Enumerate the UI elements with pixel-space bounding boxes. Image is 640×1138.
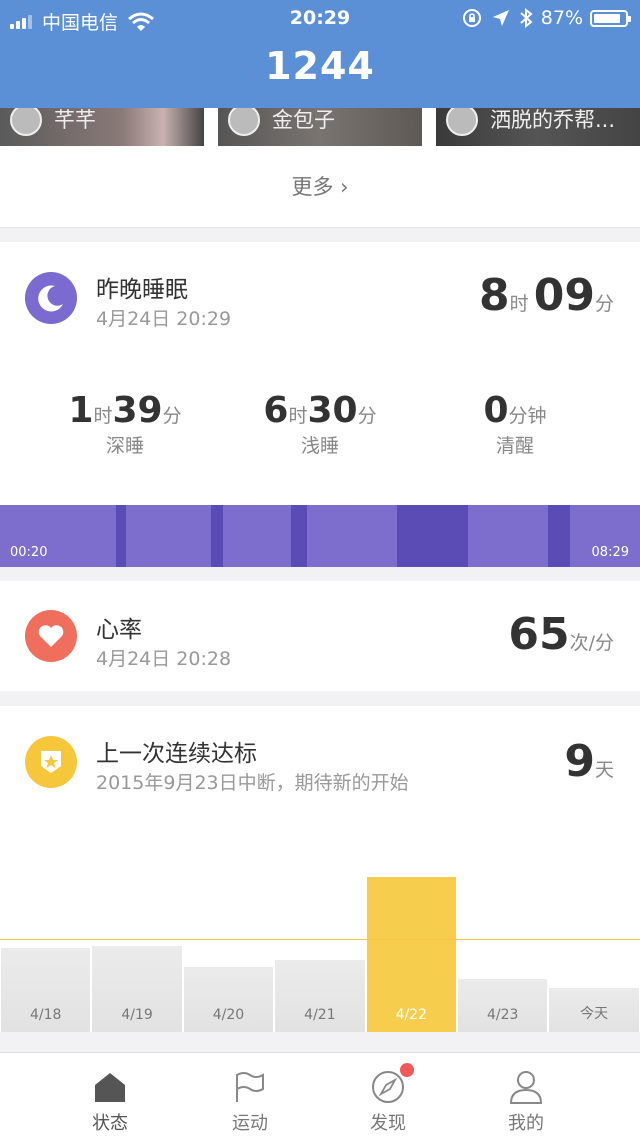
tab-mine[interactable]: 我的 [446,1053,606,1138]
tab-label: 运动 [232,1113,268,1134]
badge-icon [25,736,77,788]
sleep-title: 昨晚睡眠 [96,277,188,303]
friends-strip: 芊芊 金包子 洒脱的乔帮... [0,108,640,148]
avatar [228,108,260,136]
awake-stat: 0分钟 清醒 [425,390,605,458]
tab-label: 发现 [370,1113,406,1134]
stat-unit: 分 [162,405,182,427]
weekly-steps-chart[interactable]: 4/18 4/19 4/20 4/21 4/22 4/23 今天 [0,800,640,1032]
stat-unit: 分钟 [508,405,547,427]
stat-value: 1 [68,390,94,431]
stat-value: 6 [263,390,289,431]
streak-card[interactable]: 上一次连续达标 2015年9月23日中断，期待新的开始 9天 [0,706,640,800]
moon-icon: z [25,272,77,324]
chart-tick-label: 4/18 [29,1007,62,1023]
sleep-date: 4月24日 20:29 [96,308,232,330]
bluetooth-icon [520,8,533,28]
stat-value: 30 [307,390,358,431]
friend-card[interactable]: 芊芊 [0,108,204,146]
tab-bar: 状态 运动 发现 我的 [0,1052,640,1138]
sleep-minutes: 09 [533,270,595,321]
deep-sleep-segment [291,505,307,567]
friend-name: 芊芊 [54,108,96,132]
stat-value: 39 [112,390,163,431]
chart-tick-label: 4/19 [121,1007,153,1023]
avatar [446,108,478,136]
streak-subtitle: 2015年9月23日中断，期待新的开始 [96,772,409,794]
more-link[interactable]: 更多 › [0,148,640,228]
sleep-hours: 8 [479,270,510,321]
stat-label: 清醒 [495,435,534,457]
chart-bar[interactable] [458,978,548,1032]
svg-text:z: z [54,291,60,302]
streak-unit: 天 [594,759,614,781]
heart-unit: 次/分 [569,632,614,654]
streak-value: 9天 [564,736,614,787]
compass-icon [372,1071,404,1103]
chart-tick-label: 4/23 [486,1007,519,1023]
stat-label: 浅睡 [300,435,339,457]
status-bar: 中国电信 20:29 87% [0,0,640,38]
friend-name: 洒脱的乔帮... [490,108,616,132]
sleep-total: 8时 09分 [479,270,614,321]
home-icon [95,1073,125,1102]
chart-tick-label: 4/22 [395,1007,428,1023]
deep-sleep-segment [116,505,126,567]
deep-sleep-segment [397,505,468,567]
chart-tick-label: 4/20 [212,1007,245,1023]
sleep-timeline: 00:20 08:29 [0,505,640,567]
stat-unit: 分 [357,405,377,427]
goal-line [0,939,640,941]
tab-sport[interactable]: 运动 [170,1053,330,1138]
deep-sleep-segment [548,505,570,567]
app-header: 中国电信 20:29 87% 1244 [0,0,640,108]
deep-sleep-stat: 1时39分 深睡 [35,390,215,458]
hour-unit: 时 [509,293,529,315]
heart-date: 4月24日 20:28 [96,648,232,670]
heart-rate-value: 65次/分 [508,609,614,660]
streak-days: 9 [564,736,595,787]
tab-label: 状态 [92,1113,128,1134]
battery-percent: 87% [540,7,583,29]
page-title: 1244 [265,44,375,88]
chart-tick-label: 4/21 [304,1007,336,1023]
stat-unit: 时 [288,405,308,427]
heart-title: 心率 [96,617,142,643]
tab-discover[interactable]: 发现 [308,1053,468,1138]
battery-icon [590,9,631,27]
heart-icon [25,610,77,662]
minute-unit: 分 [594,293,614,315]
sleep-start-time: 00:20 [10,545,48,560]
sleep-end-time: 08:29 [591,545,629,560]
stat-unit: 时 [93,405,113,427]
avatar [10,108,42,136]
heart-rate-card[interactable]: 心率 4月24日 20:28 65次/分 [0,581,640,691]
light-sleep-stat: 6时30分 浅睡 [230,390,410,458]
rotation-lock-icon [462,9,481,27]
streak-title: 上一次连续达标 [96,741,257,767]
stat-value: 0 [483,390,509,431]
friend-card[interactable]: 洒脱的乔帮... [436,108,640,146]
screen: 中国电信 20:29 87% 1244 芊芊 金包子 洒脱的乔帮... 更多 ›… [0,0,640,1138]
stat-label: 深睡 [105,435,144,457]
friend-name: 金包子 [272,108,335,132]
location-icon [492,10,509,26]
flag-icon [236,1072,264,1102]
heart-value: 65 [508,609,570,660]
deep-sleep-segment [211,505,223,567]
tab-label: 我的 [508,1113,544,1134]
chart-tick-label: 今天 [580,1006,609,1022]
person-icon [509,1071,543,1104]
notification-badge [400,1063,414,1077]
friend-card[interactable]: 金包子 [218,108,422,146]
tab-status[interactable]: 状态 [30,1053,190,1138]
